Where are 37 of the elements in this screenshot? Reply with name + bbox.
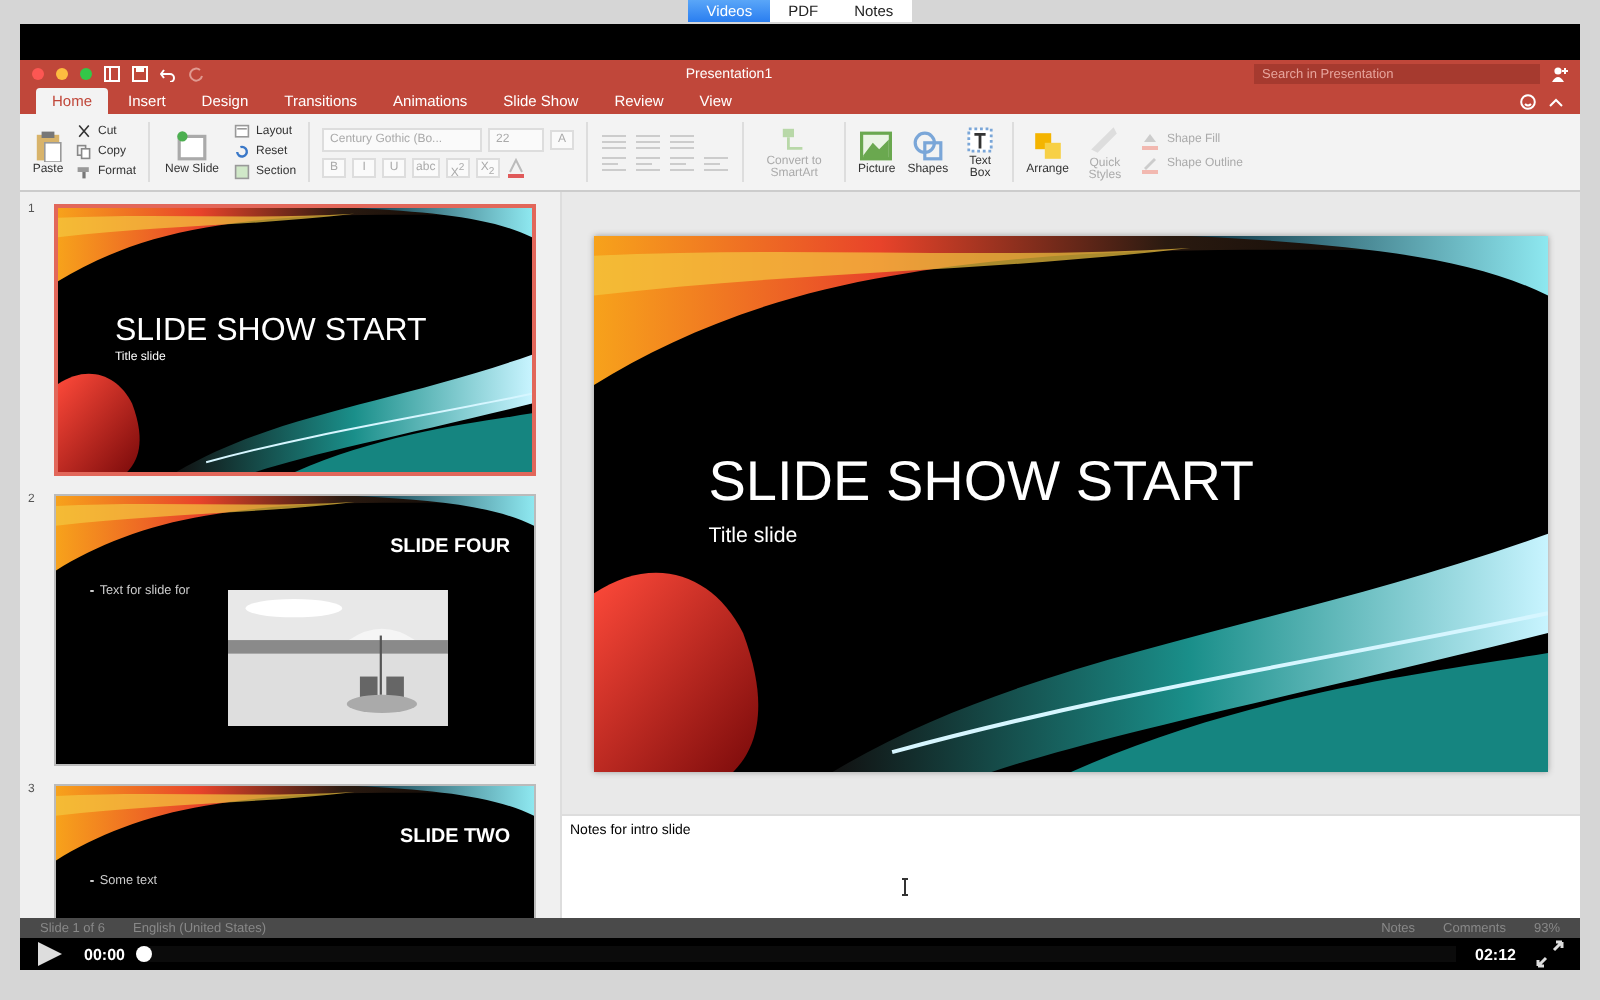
font-color-icon	[505, 157, 526, 177]
close-button[interactable]	[32, 68, 44, 80]
text-box-icon	[966, 125, 995, 153]
save-icon[interactable]	[132, 66, 148, 82]
slide-subtitle: Title slide	[708, 524, 798, 549]
zoom-button[interactable]	[80, 68, 92, 80]
smiley-icon[interactable]	[1520, 94, 1536, 110]
scrubber-thumb[interactable]	[136, 946, 153, 962]
clipboard-icon	[32, 129, 64, 161]
layout-icon	[234, 124, 251, 140]
new-slide-icon	[176, 129, 209, 161]
shapes-icon	[911, 129, 944, 161]
redo-icon[interactable]	[188, 66, 204, 82]
fullscreen-icon[interactable]	[1536, 940, 1564, 968]
paint-bucket-icon	[1140, 130, 1161, 150]
play-icon[interactable]	[36, 942, 64, 966]
arrange-icon	[1031, 129, 1064, 161]
total-time: 02:12	[1475, 945, 1516, 963]
copy-icon	[76, 144, 92, 160]
collapse-icon[interactable]	[1548, 94, 1564, 110]
lower-left-swoosh-drawing	[58, 373, 140, 472]
reset-icon	[234, 144, 251, 160]
section-icon	[234, 164, 251, 180]
sidebar-icon[interactable]	[104, 66, 120, 82]
slide-title: SLIDE FOUR	[390, 536, 511, 559]
scissors-icon	[76, 124, 92, 140]
slide-title: SLIDE SHOW START	[114, 313, 427, 350]
minimize-button[interactable]	[56, 68, 68, 80]
pen-icon	[1140, 154, 1161, 174]
brush-icon	[76, 164, 92, 180]
elapsed-time: 00:00	[84, 945, 125, 963]
slide-title: SLIDE TWO	[400, 826, 511, 849]
text-cursor-icon	[900, 878, 910, 896]
undo-icon[interactable]	[160, 66, 176, 82]
image-icon	[860, 129, 893, 161]
add-person-icon[interactable]	[1552, 66, 1568, 82]
slide-title: SLIDE SHOW START	[708, 449, 1255, 514]
